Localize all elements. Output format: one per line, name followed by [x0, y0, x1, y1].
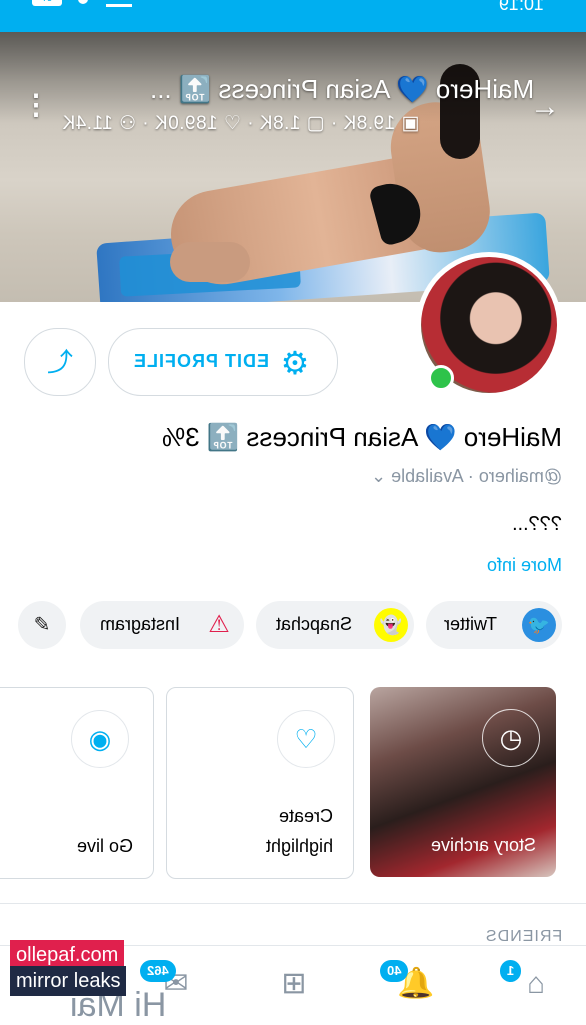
add-post-icon[interactable]: ⊞ — [274, 964, 314, 1004]
warning-icon: ⚠ — [208, 611, 230, 638]
profile-handle[interactable]: @maihero · Available ⌄ — [371, 466, 562, 487]
section-divider — [0, 903, 586, 904]
pencil-icon: ✎ — [33, 614, 51, 636]
status-time: 10:19 — [498, 0, 544, 14]
cover-figure-feet — [170, 242, 250, 282]
home-badge: 1 — [500, 960, 522, 982]
status-bar: 10:19 97 — [0, 0, 586, 32]
go-live-card[interactable]: ◉ Go live — [0, 687, 154, 879]
social-chip-snapchat[interactable]: 👻 Snapchat — [256, 601, 414, 649]
messages-badge: 462 — [140, 960, 176, 982]
snapchat-icon: 👻 — [374, 608, 408, 642]
gear-icon: ⚙ — [280, 345, 310, 381]
story-archive-card[interactable]: ◷ Story archive — [370, 687, 556, 877]
notifications-badge: 40 — [380, 960, 409, 982]
watermark-line2: mirror leaks — [10, 966, 127, 996]
avatar[interactable] — [416, 252, 562, 398]
create-highlight-label-line2: highlight — [265, 836, 333, 856]
battery-level: 97 — [41, 0, 52, 6]
clock-icon: ◷ — [482, 709, 540, 767]
story-archive-label: Story archive — [430, 835, 536, 855]
battery-icon: 97 — [32, 0, 62, 6]
social-chip-twitter[interactable]: 🐦 Twitter — [426, 601, 562, 649]
friends-heading: FRIENDS — [484, 928, 562, 945]
cover-name: MaiHero 💙 Asian Princess 🔝 ... — [150, 74, 535, 104]
home-icon[interactable]: ⌂ — [516, 964, 556, 1004]
signal-icon — [106, 0, 132, 7]
social-label-instagram: Instagram — [100, 614, 181, 634]
share-button[interactable]: ⤴ — [24, 328, 96, 396]
profile-name: MaiHero 💙 Asian Princess 🔝 3% — [162, 422, 562, 452]
twitter-icon: 🐦 — [522, 608, 556, 642]
more-vertical-icon[interactable]: ⋮ — [22, 90, 50, 120]
more-info-link[interactable]: More info — [487, 555, 562, 576]
create-highlight-label-line1: Create — [278, 806, 333, 826]
cover-stats: ▣ 19.8K · ▢ 1.8K · ♡ 189.0K · ⚇ 11.4K — [62, 113, 420, 134]
create-highlight-card[interactable]: ♡ Create highlight — [166, 687, 354, 879]
go-live-label: Go live — [76, 836, 133, 856]
share-icon: ⤴ — [46, 347, 73, 377]
social-label-snapchat: Snapchat — [276, 614, 353, 634]
wifi-icon — [78, 0, 88, 4]
profile-bio: ???... — [511, 513, 562, 535]
edit-profile-button[interactable]: EDIT PROFILE ⚙ — [108, 328, 338, 396]
social-label-twitter: Twitter — [444, 614, 498, 634]
back-arrow-icon[interactable]: → — [528, 90, 562, 124]
live-broadcast-icon: ◉ — [71, 710, 129, 768]
edit-socials-button[interactable]: ✎ — [18, 601, 66, 649]
highlight-heart-icon: ♡ — [277, 710, 335, 768]
edit-profile-label: EDIT PROFILE — [133, 351, 270, 371]
online-status-dot — [428, 365, 454, 391]
social-chip-instagram[interactable]: ⚠ Instagram — [80, 601, 244, 649]
